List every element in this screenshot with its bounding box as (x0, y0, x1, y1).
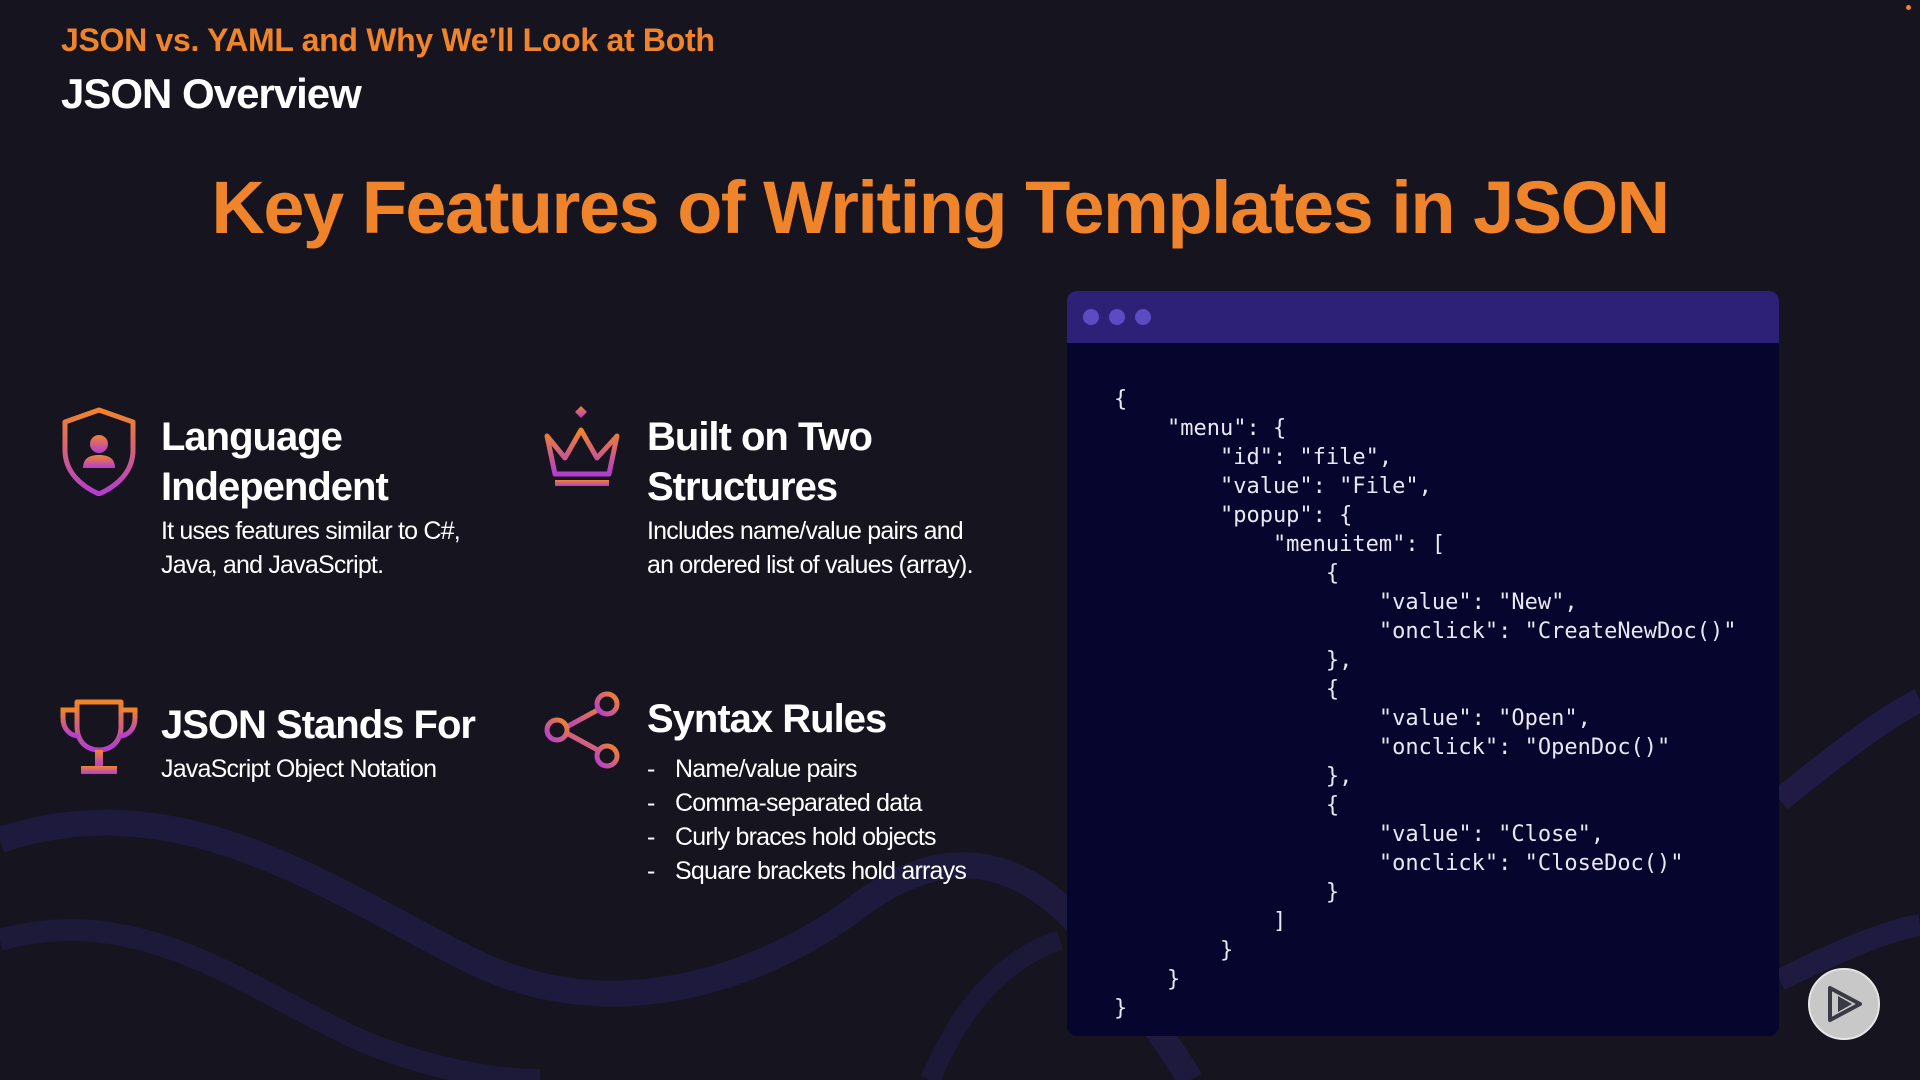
list-item-text: Comma-separated data (675, 789, 922, 817)
feature-desc-line2: Java, and JavaScript. (161, 551, 384, 579)
syntax-rules-list: - Name/value pairs - Comma-separated data … (647, 752, 967, 888)
list-item: - Square brackets hold arrays (647, 857, 967, 885)
list-item: - Name/value pairs (647, 755, 858, 783)
window-dot-icon (1135, 309, 1151, 325)
share-nodes-icon (544, 691, 620, 769)
list-item-text: Curly braces hold objects (675, 823, 937, 851)
feature-title-line1: Language (161, 415, 343, 459)
feature-title: Syntax Rules (647, 697, 887, 741)
shield-user-icon (62, 407, 136, 496)
feature-desc: JavaScript Object Notation (161, 755, 437, 783)
feature-language-independent: Language Independent It uses features si… (59, 406, 489, 596)
list-item-text: Square brackets hold arrays (675, 857, 967, 885)
feature-title-line2: Structures (647, 465, 838, 509)
crown-icon (544, 406, 620, 486)
list-item: - Curly braces hold objects (647, 823, 937, 851)
corner-indicator (1906, 5, 1911, 10)
list-item: - Comma-separated data (647, 789, 922, 817)
feature-title-line1: Built on Two (647, 415, 873, 459)
feature-syntax-rules: Syntax Rules - Name/value pairs - Comma-se… (543, 690, 1023, 910)
slide-title: Key Features of Writing Templates in JSO… (211, 166, 1670, 249)
feature-desc-line1: It uses features similar to C#, (161, 517, 461, 545)
window-dot-icon (1109, 309, 1125, 325)
window-dot-icon (1083, 309, 1099, 325)
feature-desc-line2: an ordered list of values (array). (647, 551, 974, 579)
code-window: { "menu": { "id": "file", "value": "File… (1067, 291, 1779, 1036)
feature-built-on-two-structures: Built on Two Structures Includes name/va… (543, 406, 1023, 596)
feature-desc-line1: Includes name/value pairs and (647, 517, 964, 545)
feature-title-line2: Independent (161, 465, 389, 509)
play-button[interactable] (1808, 968, 1880, 1040)
code-window-titlebar (1067, 291, 1779, 343)
trophy-icon (60, 699, 138, 774)
json-code-sample: { "menu": { "id": "file", "value": "File… (1114, 387, 1737, 1021)
feature-title: JSON Stands For (161, 703, 476, 747)
play-icon (1828, 986, 1862, 1022)
section-title: JSON vs. YAML and Why We’ll Look at Both (61, 22, 715, 58)
feature-json-stands-for: JSON Stands For JavaScript Object Notati… (59, 696, 509, 806)
module-title: JSON Overview (61, 70, 362, 117)
list-item-text: Name/value pairs (675, 755, 858, 783)
